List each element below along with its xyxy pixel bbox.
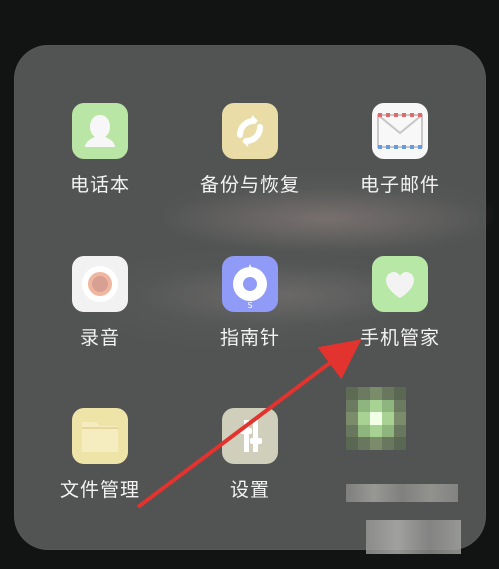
annotation-arrow-icon xyxy=(136,339,362,509)
